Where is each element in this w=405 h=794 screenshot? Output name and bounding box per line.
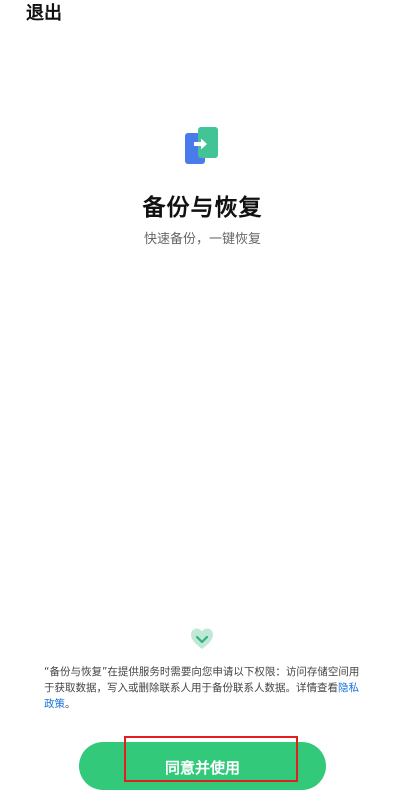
agree-and-use-button[interactable]: 同意并使用 <box>79 742 326 790</box>
privacy-heart-icon <box>189 626 215 652</box>
permission-notice: “备份与恢复”在提供服务时需要向您申请以下权限：访问存储空间用于获取数据，写入或… <box>44 664 364 712</box>
permission-notice-suffix: 。 <box>65 698 76 710</box>
page-subtitle: 快速备份，一键恢复 <box>143 232 261 247</box>
page-title: 备份与恢复 <box>142 195 263 221</box>
exit-button[interactable]: 退出 <box>26 3 62 25</box>
permission-notice-text: “备份与恢复”在提供服务时需要向您申请以下权限：访问存储空间用于获取数据，写入或… <box>44 666 360 694</box>
backup-transfer-icon <box>184 126 220 166</box>
